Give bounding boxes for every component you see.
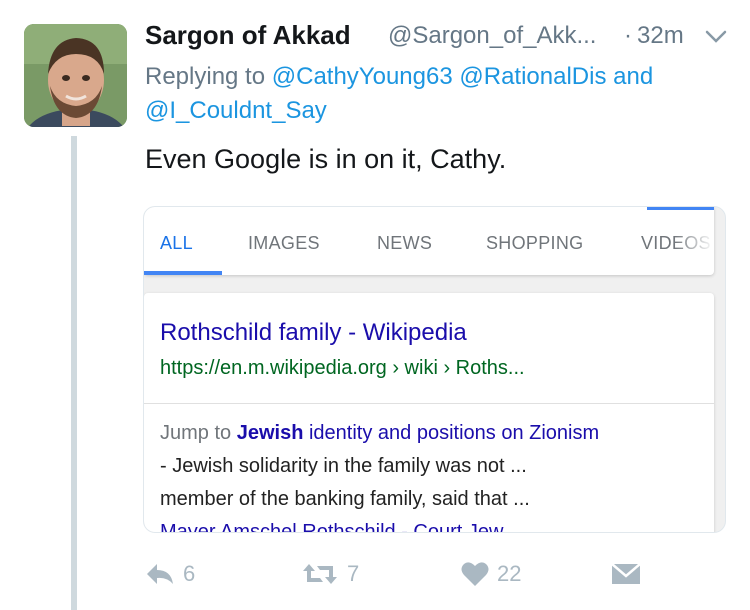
snippet-line: member of the banking family, said that …	[160, 488, 530, 510]
tab-shopping[interactable]: SHOPPING	[486, 233, 583, 254]
mention-link[interactable]: @RationalDis	[459, 63, 606, 90]
retweet-icon	[303, 564, 337, 584]
snippet-jump: Jump to	[160, 422, 232, 444]
mention-link[interactable]: @CathyYoung63	[272, 63, 453, 90]
active-tab-indicator	[144, 271, 222, 275]
chevron-down-icon[interactable]	[705, 30, 727, 44]
snippet-cutoff-link[interactable]: Mayer Amschel Rothschild - Court Jew	[160, 521, 503, 532]
mention-and[interactable]: and	[613, 63, 653, 90]
tweet-header: Sargon of Akkad @Sargon_of_Akk... · 32m	[145, 20, 745, 60]
retweet-count: 7	[347, 561, 360, 586]
result-divider	[144, 403, 714, 404]
tab-fade	[674, 225, 714, 265]
direct-message-icon	[611, 563, 641, 584]
reply-count: 6	[183, 561, 196, 586]
search-result-card: Rothschild family - Wikipedia https://en…	[144, 293, 714, 532]
direct-message-button[interactable]	[611, 556, 641, 592]
tweet-actions: 6 7 22	[145, 556, 645, 592]
reply-icon	[147, 564, 173, 584]
reply-button[interactable]: 6	[145, 556, 195, 592]
tab-accent	[647, 207, 714, 210]
thread-line	[71, 136, 77, 610]
reply-prefix: Replying to	[145, 63, 266, 90]
snippet-jump-link-bold[interactable]: Jewish	[237, 422, 304, 444]
replying-to: Replying to @CathyYoung63 @RationalDis a…	[145, 60, 735, 128]
heart-icon	[461, 562, 489, 586]
avatar-photo	[24, 24, 127, 127]
snippet-jump-link[interactable]: identity and positions on Zionism	[309, 422, 599, 444]
mention-link[interactable]: @I_Couldnt_Say	[145, 97, 327, 124]
tweet-text: Even Google is in on it, Cathy.	[145, 144, 507, 174]
timestamp[interactable]: 32m	[637, 22, 684, 50]
tab-all[interactable]: ALL	[160, 233, 193, 254]
tab-news[interactable]: NEWS	[377, 233, 432, 254]
snippet-line: - Jewish solidarity in the family was no…	[160, 455, 527, 477]
avatar[interactable]	[24, 24, 127, 127]
result-url[interactable]: https://en.m.wikipedia.org › wiki › Roth…	[160, 357, 525, 380]
result-title[interactable]: Rothschild family - Wikipedia	[160, 319, 467, 347]
user-handle[interactable]: @Sargon_of_Akk...	[388, 22, 596, 50]
result-snippet: Jump to Jewish identity and positions on…	[160, 417, 700, 532]
embedded-screenshot[interactable]: ALL IMAGES NEWS SHOPPING VIDEOS Rothschi…	[143, 206, 726, 533]
like-count: 22	[497, 561, 522, 586]
tab-images[interactable]: IMAGES	[248, 233, 320, 254]
search-tab-bar: ALL IMAGES NEWS SHOPPING VIDEOS	[144, 207, 714, 275]
display-name[interactable]: Sargon of Akkad	[145, 20, 351, 51]
retweet-button[interactable]: 7	[301, 556, 359, 592]
separator-dot: ·	[624, 22, 632, 49]
like-button[interactable]: 22	[461, 556, 521, 592]
